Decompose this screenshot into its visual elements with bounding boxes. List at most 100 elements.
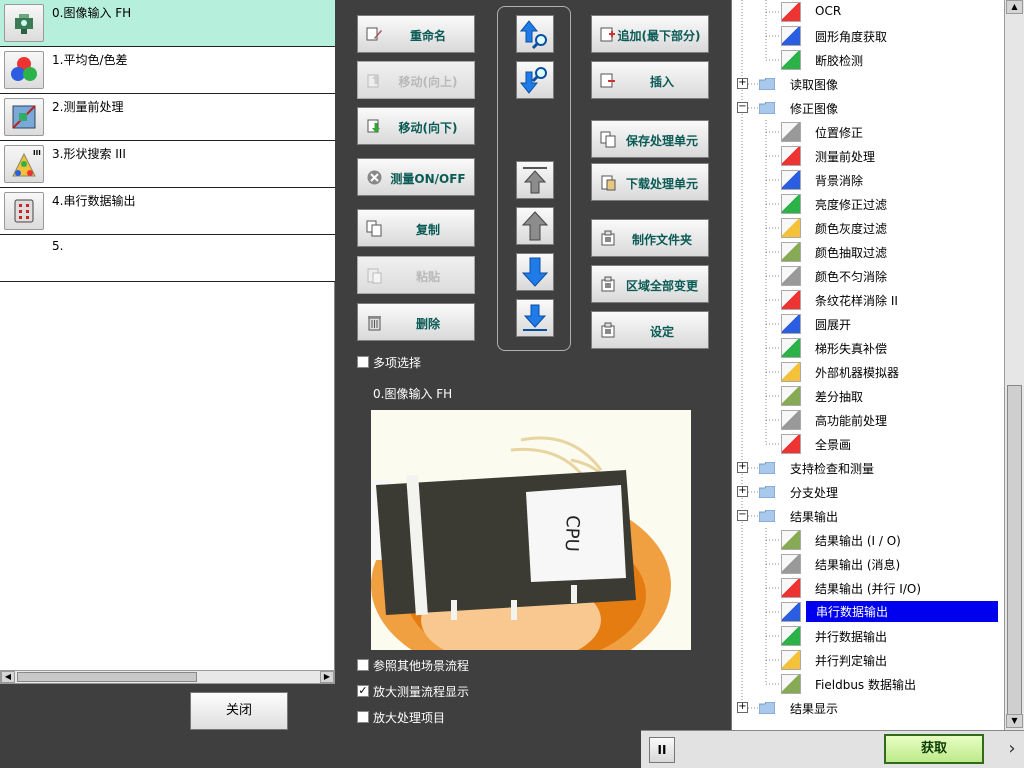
- scroll-left-arrow-icon[interactable]: ◀: [1, 671, 15, 683]
- tree-folder[interactable]: − 修正图像: [732, 96, 1005, 120]
- collapse-icon[interactable]: −: [737, 102, 748, 113]
- tree-item[interactable]: 颜色抽取过滤: [732, 240, 1005, 264]
- move-up-button-arrow[interactable]: [516, 207, 554, 245]
- load-unit-button[interactable]: 下载处理单元: [591, 163, 709, 201]
- scroll-up-arrow-icon[interactable]: ▲: [1006, 0, 1023, 14]
- flow-item-serial-output[interactable]: 4.串行数据输出: [0, 188, 335, 235]
- insert-button[interactable]: 插入: [591, 61, 709, 99]
- flow-item-avg-color[interactable]: 1.平均色/色差: [0, 47, 335, 94]
- collapse-icon[interactable]: −: [737, 510, 748, 521]
- expand-icon[interactable]: +: [737, 462, 748, 473]
- tree-item[interactable]: OCR: [732, 0, 1005, 24]
- ref-other-scene-checkbox[interactable]: 参照其他场景流程: [357, 657, 557, 673]
- close-button[interactable]: 关闭: [190, 692, 288, 730]
- tree-item[interactable]: 外部机器模拟器: [732, 360, 1005, 384]
- checkbox-box-checked[interactable]: ✓: [357, 685, 369, 697]
- tree-folder-label: 结果输出: [790, 510, 839, 524]
- tree-item[interactable]: 并行判定输出: [732, 648, 1005, 672]
- tree-item[interactable]: 结果输出 (I / O): [732, 528, 1005, 552]
- move-up-search-button[interactable]: [516, 15, 554, 53]
- scroll-thumb[interactable]: [17, 672, 197, 682]
- move-to-bottom-button[interactable]: [516, 299, 554, 337]
- tree-item[interactable]: 全景画: [732, 432, 1005, 456]
- chevron-right-icon[interactable]: ›: [1003, 737, 1021, 763]
- tree-item-label: 结果输出 (I / O): [815, 534, 901, 548]
- tree-item[interactable]: 位置修正: [732, 120, 1005, 144]
- save-unit-label: 保存处理单元: [625, 134, 698, 148]
- flow-horizontal-scrollbar[interactable]: ◀ ▶: [0, 670, 335, 684]
- append-button[interactable]: 追加(最下部分): [591, 15, 709, 53]
- tree-item[interactable]: 亮度修正过滤: [732, 192, 1005, 216]
- processing-item-icon: [781, 242, 801, 262]
- processing-item-icon: [781, 578, 801, 598]
- flow-item-empty[interactable]: 5.: [0, 235, 335, 282]
- move-down-search-button[interactable]: [516, 61, 554, 99]
- change-all-regions-button[interactable]: 区域全部变更: [591, 265, 709, 303]
- acquire-button[interactable]: 获取: [884, 734, 984, 764]
- move-down-button[interactable]: 移动(向下): [357, 107, 475, 145]
- processing-item-icon: [781, 626, 801, 646]
- flow-item-label: 2.测量前处理: [52, 100, 124, 114]
- checkbox-box[interactable]: [357, 356, 369, 368]
- expand-icon[interactable]: +: [737, 486, 748, 497]
- processing-item-icon: [781, 650, 801, 670]
- tree-item[interactable]: Fieldbus 数据输出: [732, 672, 1005, 696]
- tree-item-label: 差分抽取: [815, 390, 864, 404]
- multi-select-checkbox[interactable]: 多项选择: [357, 354, 557, 370]
- tree-item[interactable]: 高功能前处理: [732, 408, 1005, 432]
- move-to-top-button[interactable]: [516, 161, 554, 199]
- tree-folder[interactable]: + 支持检查和测量: [732, 456, 1005, 480]
- tree-item[interactable]: 条纹花样消除 II: [732, 288, 1005, 312]
- checkbox-box[interactable]: [357, 711, 369, 723]
- move-down-button-arrow[interactable]: [516, 253, 554, 291]
- tree-item[interactable]: 颜色灰度过滤: [732, 216, 1005, 240]
- processing-item-icon: [781, 434, 801, 454]
- checkbox-box[interactable]: [357, 659, 369, 671]
- tree-item[interactable]: 梯形失真补偿: [732, 336, 1005, 360]
- scroll-thumb[interactable]: [1007, 385, 1022, 715]
- arrow-up-magnifier-icon: [519, 20, 547, 50]
- arrow-up-icon: [521, 211, 549, 241]
- scroll-down-arrow-icon[interactable]: ▼: [1006, 714, 1023, 728]
- tree-folder[interactable]: + 结果显示: [732, 696, 1005, 720]
- expand-icon[interactable]: +: [737, 78, 748, 89]
- bottom-toolbar: II 获取 ›: [641, 730, 1024, 768]
- delete-label: 删除: [415, 317, 440, 331]
- expand-icon[interactable]: +: [737, 702, 748, 713]
- tree-item[interactable]: 圆展开: [732, 312, 1005, 336]
- tree-item[interactable]: 结果输出 (并行 I/O): [732, 576, 1005, 600]
- enlarge-items-checkbox[interactable]: 放大处理项目: [357, 709, 557, 725]
- move-up-button[interactable]: 移动(向上): [357, 61, 475, 99]
- tree-item[interactable]: 背景消除: [732, 168, 1005, 192]
- make-folder-button[interactable]: 制作文件夹: [591, 219, 709, 257]
- flow-item-label: 0.图像输入 FH: [52, 6, 132, 20]
- tree-item[interactable]: 结果输出 (消息): [732, 552, 1005, 576]
- flow-item-image-input[interactable]: 0.图像输入 FH: [0, 0, 335, 47]
- enlarge-flow-checkbox[interactable]: ✓ 放大测量流程显示: [357, 683, 557, 699]
- tree-item[interactable]: 颜色不匀消除: [732, 264, 1005, 288]
- tree-vertical-scrollbar[interactable]: ▲ ▼: [1004, 0, 1024, 730]
- rename-button[interactable]: 重命名: [357, 15, 475, 53]
- tree-item[interactable]: 并行数据输出: [732, 624, 1005, 648]
- tree-item-label: 背景消除: [815, 174, 864, 188]
- tree-folder[interactable]: + 分支处理: [732, 480, 1005, 504]
- scroll-right-arrow-icon[interactable]: ▶: [320, 671, 334, 683]
- tree-item[interactable]: 断胶检测: [732, 48, 1005, 72]
- insert-label: 插入: [649, 75, 674, 89]
- save-unit-button[interactable]: 保存处理单元: [591, 120, 709, 158]
- flow-item-shape-search[interactable]: III 3.形状搜索 III: [0, 141, 335, 188]
- tree-item[interactable]: 串行数据输出: [732, 600, 1005, 624]
- tree-item[interactable]: 测量前处理: [732, 144, 1005, 168]
- tree-folder[interactable]: + 读取图像: [732, 72, 1005, 96]
- tree-item[interactable]: 差分抽取: [732, 384, 1005, 408]
- copy-button[interactable]: 复制: [357, 209, 475, 247]
- delete-button[interactable]: 删除: [357, 303, 475, 341]
- settings-button[interactable]: 设定: [591, 311, 709, 349]
- tree-folder[interactable]: − 结果输出: [732, 504, 1005, 528]
- pause-button[interactable]: II: [649, 737, 675, 763]
- tree-item-label: 高功能前处理: [815, 414, 888, 428]
- tree-item[interactable]: 圆形角度获取: [732, 24, 1005, 48]
- paste-button[interactable]: 粘贴: [357, 256, 475, 294]
- measure-onoff-button[interactable]: 测量ON/OFF: [357, 158, 475, 196]
- flow-item-preprocess[interactable]: 2.测量前处理: [0, 94, 335, 141]
